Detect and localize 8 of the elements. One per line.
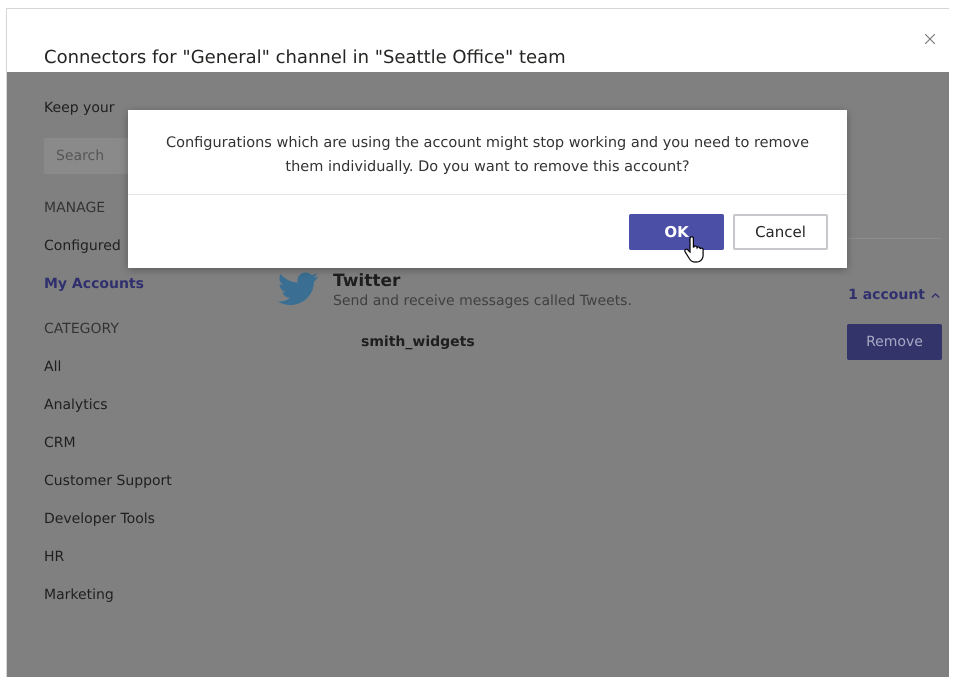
dialog-message: Configurations which are using the account might stop working and you need to remove them individually. Do you want to remove this account?: [128, 110, 847, 195]
connector-description: Send and receive messages called Tweets.: [333, 293, 633, 309]
connector-name: Twitter: [333, 271, 402, 291]
section-heading: MANAGE: [44, 200, 106, 218]
intro-text: Keep your: [44, 100, 116, 118]
dialog-title: Connectors for "General" channel in "Seattle Office" team: [44, 47, 566, 68]
account-name: smith_widgets: [361, 334, 475, 350]
section-heading: CATEGORY: [44, 321, 120, 339]
